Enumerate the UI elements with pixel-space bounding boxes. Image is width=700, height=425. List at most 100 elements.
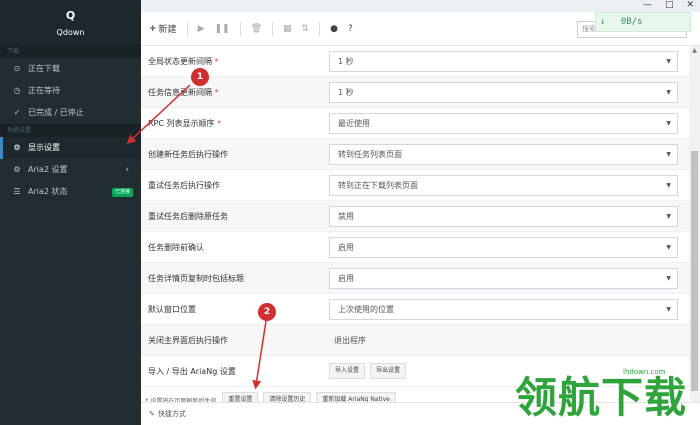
trash-icon: 🗑 [250,23,263,34]
setting-select[interactable]: 1 秒 ▼ [329,50,678,72]
setting-label: 导入 / 导出 AriaNg 设置 [148,366,236,376]
setting-select[interactable]: 启用 ▼ [329,236,678,258]
caret-down-icon: ▼ [666,212,671,220]
grid-icon: ▦ [283,23,292,34]
setting-select[interactable]: 启用 ▼ [329,267,678,289]
setting-row: 重试任务后删除原任务 禁用 ▼ [141,201,689,232]
scrollbar-thumb[interactable] [691,151,698,391]
select-value: 启用 [338,242,354,252]
download-speed-indicator: ↓ 0B/s [595,12,691,32]
setting-label: RPC 列表显示顺序 * [141,118,329,129]
required-mark: * [217,118,222,128]
setting-label: 默认窗口位置 [141,304,329,315]
setting-select[interactable]: 1 秒 ▼ [329,81,678,103]
caret-down-icon: ▼ [666,274,671,282]
setting-label: 全局状态更新间隔 * [141,56,329,67]
setting-label-text: RPC 列表显示顺序 [148,118,215,128]
clock-icon: ◷ [13,86,21,95]
caret-down-icon: ▼ [666,119,671,127]
setting-row: 默认窗口位置 上次使用的位置 ▼ [141,294,689,325]
caret-down-icon: ▼ [666,243,671,251]
setting-label: 关闭主界面后执行操作 [148,335,228,345]
pause-icon: ❚❚ [214,23,230,34]
info-button[interactable]: ● [330,24,338,34]
new-task-button[interactable]: + 新建 [149,22,177,36]
minimize-button[interactable]: — [643,0,652,12]
play-icon: ▶ [197,23,205,34]
setting-label: 任务详情页复制时包括标题 [141,273,329,284]
close-action-value[interactable]: 退出程序 [329,335,366,346]
toolbar-divider [272,21,274,36]
select-value: 禁用 [338,211,354,221]
scroll-up-icon[interactable]: ▲ [689,46,700,56]
annotation-marker-2: 2 [258,303,276,321]
sidebar-item-waiting[interactable]: ◷ 正在等待 [0,80,141,102]
shortcuts-link[interactable]: 快捷方式 [158,409,186,419]
app-logo: Q [65,9,76,22]
setting-row: 全局状态更新间隔 * 1 秒 ▼ [141,46,689,77]
sidebar-item-aria2-settings[interactable]: ⚙ Aria2 设置 ‹ [0,159,141,181]
sidebar-item-display-settings[interactable]: ⚙ 显示设置 [0,137,141,159]
brand: Q Qdown [0,0,141,45]
select-value: 1 秒 [338,56,354,66]
select-all-button[interactable]: ▦ [283,24,292,34]
gear-icon: ⚙ [13,143,21,152]
caret-down-icon: ▼ [666,57,671,65]
chevron-left-icon: ‹ [125,165,129,175]
setting-row: RPC 列表显示顺序 * 最近使用 ▼ [141,108,689,139]
annotation-marker-1: 1 [191,68,209,86]
sidebar-item-aria2-status[interactable]: ☰ Aria2 状态 已连接 [0,181,141,203]
sidebar-item-label: 显示设置 [28,143,60,152]
setting-select[interactable]: 上次使用的位置 ▼ [329,298,678,320]
status-badge: 已连接 [111,188,133,197]
caret-down-icon: ▼ [666,88,671,96]
close-button[interactable]: ✕ [686,0,694,12]
setting-select[interactable]: 转到正在下载列表页面 ▼ [329,174,678,196]
search-placeholder: 搜索 [582,25,596,33]
select-value: 转到任务列表页面 [338,149,402,159]
new-task-label: 新建 [158,25,177,35]
settings-panel: 全局状态更新间隔 * 1 秒 ▼ 任务信息更新间隔 * 1 秒 ▼ RPC 列表显示顺序 *… [141,46,689,402]
pause-button[interactable]: ❚❚ [214,24,229,34]
setting-select[interactable]: 转到任务列表页面 ▼ [329,143,678,165]
info-circle-icon: ● [330,23,338,34]
setting-row: 任务信息更新间隔 * 1 秒 ▼ [141,77,689,108]
arrow-down-icon: ↓ [600,17,606,27]
required-mark: * [214,87,219,97]
reload-button[interactable]: 重新加载 AriaNg Native [316,392,396,402]
export-settings-button[interactable]: 导出设置 [370,363,407,379]
reset-settings-button[interactable]: 重置设置 [222,392,259,402]
help-button[interactable]: ? [348,24,353,34]
sidebar-section-download: 下载 [0,45,141,58]
delete-button[interactable]: 🗑 [251,24,262,34]
wrench-icon: ✎ [149,410,155,418]
caret-down-icon: ▼ [666,305,671,313]
setting-label-text: 任务删除前确认 [148,242,204,252]
check-circle-icon: ✓ [13,108,21,117]
server-icon: ☰ [13,187,21,196]
setting-label-text: 创建新任务后执行操作 [148,149,228,159]
caret-down-icon: ▼ [666,150,671,158]
setting-select[interactable]: 最近使用 ▼ [329,112,678,134]
sidebar-item-downloading[interactable]: ⊙ 正在下载 [0,58,141,80]
sort-button[interactable]: ⇅ [302,24,310,34]
setting-row: 重试任务后执行操作 转到正在下载列表页面 ▼ [141,170,689,201]
setting-row: 任务删除前确认 启用 ▼ [141,232,689,263]
scrollbar[interactable]: ▲ [689,46,700,402]
question-circle-icon: ? [347,23,353,34]
clear-history-button[interactable]: 清除设置历史 [263,392,312,402]
speed-value: 0B/s [620,17,643,27]
setting-label: 重试任务后删除原任务 [141,211,329,222]
import-settings-button[interactable]: 导入设置 [329,363,366,379]
start-button[interactable]: ▶ [198,24,205,34]
sidebar-item-stopped[interactable]: ✓ 已完成 / 已停止 [0,102,141,124]
app-name: Qdown [56,28,85,37]
maximize-button[interactable]: □ [665,0,674,12]
sidebar-item-label: 正在等待 [28,86,60,95]
setting-label: 任务信息更新间隔 * [141,87,329,98]
app-window: Q Qdown 下载 ⊙ 正在下载 ◷ 正在等待 ✓ 已完成 / 已停止 系统设… [0,0,700,425]
close-action-row: 关闭主界面后执行操作 退出程序 [141,325,689,356]
setting-select[interactable]: 禁用 ▼ [329,205,678,227]
sidebar-item-label: 已完成 / 已停止 [28,108,84,117]
setting-label-text: 默认窗口位置 [148,304,196,314]
